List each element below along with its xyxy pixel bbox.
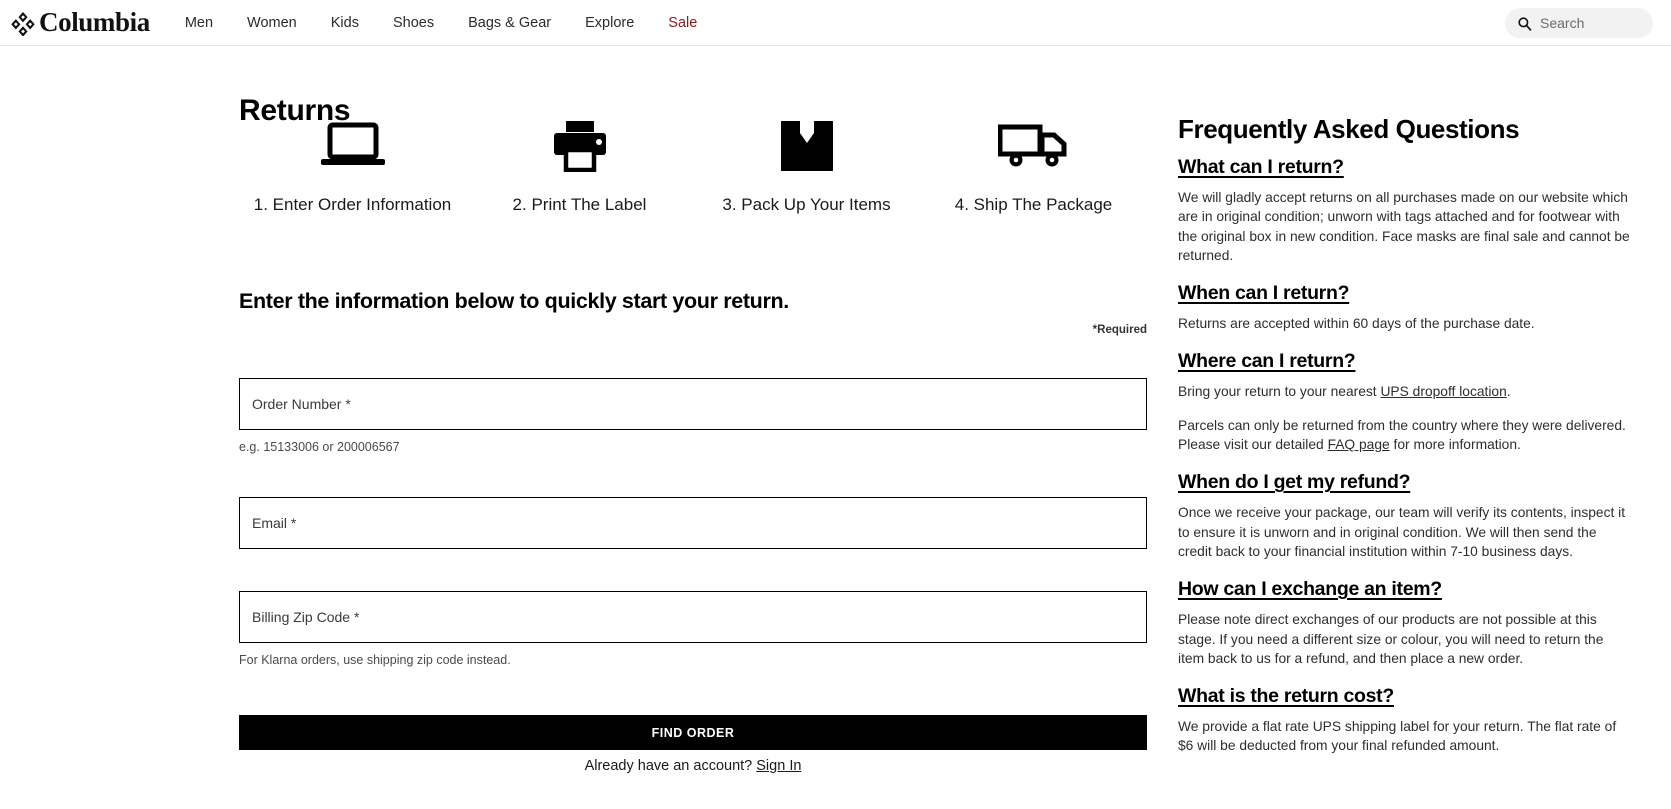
nav-item-bags-gear[interactable]: Bags & Gear [451, 0, 568, 46]
search-icon [1518, 16, 1532, 31]
printer-icon [552, 116, 608, 176]
billing-zip-input[interactable]: Billing Zip Code * [239, 591, 1147, 643]
required-note: *Required [1092, 324, 1147, 336]
step-2: 2. Print The Label [466, 116, 693, 215]
laptop-icon [319, 116, 387, 176]
order-number-field: Order Number * e.g. 15133006 or 20000656… [239, 378, 1147, 454]
nav-item-women[interactable]: Women [230, 0, 314, 46]
order-number-input[interactable]: Order Number * [239, 378, 1147, 430]
faq-answer-how-can-i-exchange-an-item: Please note direct exchanges of our prod… [1178, 612, 1604, 666]
step-1-label: 1. Enter Order Information [253, 195, 452, 214]
truck-icon [997, 116, 1070, 176]
faq-title: Frequently Asked Questions [1178, 114, 1520, 144]
faq-question-how-can-i-exchange-an-item[interactable]: How can I exchange an item? [1178, 578, 1630, 601]
faq-question-what-can-i-return[interactable]: What can I return? [1178, 156, 1630, 179]
main-nav: Men Women Kids Shoes Bags & Gear Explore… [168, 0, 714, 46]
box-icon [778, 116, 836, 176]
step-4: 4. Ship The Package [920, 116, 1147, 215]
nav-item-shoes[interactable]: Shoes [376, 0, 451, 46]
form-heading: Enter the information below to quickly s… [239, 289, 789, 313]
ups-dropoff-location-link[interactable]: UPS dropoff location [1380, 384, 1506, 399]
faq-answer-when-can-i-return: Returns are accepted within 60 days of t… [1178, 316, 1535, 332]
faq-answer-where-can-i-return-2: Parcels can only be returned from the co… [1178, 416, 1630, 455]
find-order-button[interactable]: FIND ORDER [239, 715, 1147, 750]
faq-answer-suffix: . [1506, 384, 1511, 400]
faq-question-when-do-i-get-my-refund[interactable]: When do I get my refund? [1178, 471, 1630, 494]
faq-question-where-can-i-return[interactable]: Where can I return? [1178, 350, 1630, 373]
step-2-label: 2. Print The Label [512, 195, 647, 214]
step-3: 3. Pack Up Your Items [693, 116, 920, 215]
step-4-label: 4. Ship The Package [954, 195, 1113, 214]
nav-item-sale[interactable]: Sale [651, 0, 714, 46]
faq-page-link[interactable]: FAQ page [1328, 437, 1390, 452]
step-3-label: 3. Pack Up Your Items [722, 195, 891, 214]
account-prompt-text: Already have an account? [584, 758, 753, 774]
faq-answer-what-is-the-return-cost: We provide a flat rate UPS shipping labe… [1178, 719, 1617, 754]
email-label: Email * [252, 515, 297, 531]
email-input[interactable]: Email * [239, 497, 1147, 549]
returns-steps: 1. Enter Order Information 2. Print The … [239, 116, 1147, 215]
order-number-hint: e.g. 15133006 or 200006567 [239, 440, 400, 454]
faq-answer2-suffix: for more information. [1389, 437, 1521, 453]
nav-item-men[interactable]: Men [168, 0, 230, 46]
account-prompt: Already have an account? Sign In [239, 758, 1147, 774]
search-input[interactable]: Search [1505, 8, 1653, 38]
billing-zip-field: Billing Zip Code * For Klarna orders, us… [239, 591, 1147, 667]
step-1: 1. Enter Order Information [239, 116, 466, 215]
sign-in-link[interactable]: Sign In [756, 758, 801, 774]
faq-answer-where-can-i-return: Bring your return to your nearest UPS dr… [1178, 382, 1630, 401]
site-header: Columbia Men Women Kids Shoes Bags & Gea… [0, 0, 1671, 46]
nav-item-explore[interactable]: Explore [568, 0, 651, 46]
faq-answer-when-do-i-get-my-refund: Once we receive your package, our team w… [1178, 505, 1626, 559]
faq-column: Frequently Asked Questions What can I re… [1178, 114, 1630, 773]
brand-wordmark: Columbia [39, 7, 150, 37]
page-body: Returns 1. Enter Order Information 2. Pr… [0, 46, 1671, 809]
order-number-label: Order Number * [252, 396, 351, 412]
nav-item-kids[interactable]: Kids [314, 0, 376, 46]
faq-question-when-can-i-return[interactable]: When can I return? [1178, 282, 1630, 305]
email-field: Email * [239, 497, 1147, 549]
columbia-diamond-logo-icon [11, 11, 35, 36]
faq-answer-what-can-i-return: We will gladly accept returns on all pur… [1178, 190, 1630, 263]
faq-answer-prefix: Bring your return to your nearest [1178, 384, 1381, 400]
brand-logo[interactable]: Columbia [10, 9, 150, 36]
billing-zip-label: Billing Zip Code * [252, 609, 360, 625]
faq-question-what-is-the-return-cost[interactable]: What is the return cost? [1178, 685, 1630, 708]
billing-zip-hint: For Klarna orders, use shipping zip code… [239, 653, 511, 667]
search-placeholder: Search [1540, 15, 1585, 31]
